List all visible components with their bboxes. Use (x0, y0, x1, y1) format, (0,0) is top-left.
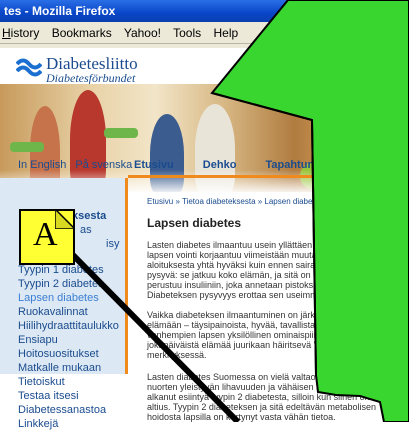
sidebar-item[interactable]: Ensiapu (18, 333, 119, 347)
text-line: vanhempien lapsen yksilöllinen ominaispi… (147, 330, 370, 340)
text-line: lapsen vointi korjaantuu viimeistään muu… (147, 250, 359, 260)
main-nav: Etusivu Dehko Tapahtumat Kurssit (128, 156, 409, 178)
banner-dumbbell-1 (10, 142, 44, 152)
banner-dumbbell-2 (104, 128, 138, 138)
nav-dehko[interactable]: Dehko (203, 159, 237, 171)
text-line: Vaikka diabeteksen ilmaantuminen on järk… (147, 310, 358, 320)
sidebar-menu: Tyypin 1 diabetes Tyypin 2 diabetes Laps… (18, 263, 119, 431)
text-line: nuorten yleistyvän lihavuuden ja vähäise… (147, 382, 364, 392)
link-swedish[interactable]: På svenska (75, 159, 132, 171)
text-line: Lasten diabetes Suomessa on vielä valtao… (147, 372, 361, 382)
text-line: jokapäiväistä elämää juurikaan häiritsev… (147, 340, 362, 350)
sidebar-item[interactable]: Hiilihydraattitaulukko (18, 319, 119, 333)
annotation-label-text: A (33, 216, 58, 253)
text-line: elämään – täysipainoista, hyvää, tavalli… (147, 320, 359, 330)
text-line: hoidosta lapsilla on kertynyt vasta vähä… (147, 412, 336, 422)
sidebar-fragment-1[interactable]: as (80, 224, 92, 236)
nav-etusivu[interactable]: Etusivu (134, 159, 174, 171)
menu-history-rest: istory (10, 26, 40, 40)
sidebar-item-active[interactable]: Lapsen diabetes (18, 291, 119, 305)
menu-tools[interactable]: Tools (173, 26, 201, 40)
sidebar-item[interactable]: Linkkejä (18, 417, 119, 431)
text-line: perustuu insuliiniin, joka annetaan pist… (147, 280, 357, 290)
menubar: History Bookmarks Yahoo! Tools Help (0, 22, 409, 44)
sidebar-item[interactable]: Tyypin 2 diabetes (18, 277, 119, 291)
sidebar-item[interactable]: Diabetessanastoa (18, 403, 119, 417)
window-title: tes - Mozilla Firefox (4, 4, 116, 18)
text-line: altius. Tyypin 2 diabeteksen ja sitä ede… (147, 402, 376, 412)
sidebar-divider (125, 178, 128, 374)
nav-kurssit[interactable]: Kurssit (356, 159, 394, 171)
text-line: aloituksesta yhtä hyväksi kuin ennen sai… (147, 260, 352, 270)
sidebar-item[interactable]: Testaa itsesi (18, 389, 119, 403)
page-title: Lapsen diabetes (147, 216, 242, 230)
menu-yahoo[interactable]: Yahoo! (124, 26, 161, 40)
sidebar-item[interactable]: Hoitosuositukset (18, 347, 119, 361)
sidebar-item[interactable]: Ruokavalinnat (18, 305, 119, 319)
text-line: alkanut esiintyä tyypin 2 diabetesta, si… (147, 392, 370, 402)
window-titlebar: tes - Mozilla Firefox (0, 0, 409, 22)
text-line: Lasten diabetes ilmaantuu usein yllättäe… (147, 240, 355, 250)
sidebar-heading[interactable]: ksesta (72, 210, 106, 222)
sidebar-fragment-2[interactable]: isy (106, 238, 119, 250)
sidebar-item[interactable]: Tyypin 1 diabetes (18, 263, 119, 277)
text-line: Diabeteksen pysyvyys erottaa sen useimmi… (147, 290, 356, 300)
text-line: pysyvä: se jatkuu koko elämän, ja sitä o… (147, 270, 355, 280)
link-english[interactable]: In English (18, 159, 66, 171)
menu-history[interactable]: History (2, 26, 39, 40)
sidebar-item[interactable]: Matkalle mukaan (18, 361, 119, 375)
menu-bookmarks[interactable]: Bookmarks (52, 26, 112, 40)
sidebar-item[interactable]: Tietoiskut (18, 375, 119, 389)
text-line: merkityksessä. (147, 350, 207, 360)
nav-tapahtumat[interactable]: Tapahtumat (265, 159, 327, 171)
logo-wave-icon (16, 58, 42, 77)
language-bar: In English På svenska (0, 156, 132, 178)
breadcrumb[interactable]: Etusivu » Tietoa diabeteksesta » Lapsen … (147, 197, 323, 206)
menu-help[interactable]: Help (213, 26, 238, 40)
label-fold-icon (55, 209, 75, 229)
